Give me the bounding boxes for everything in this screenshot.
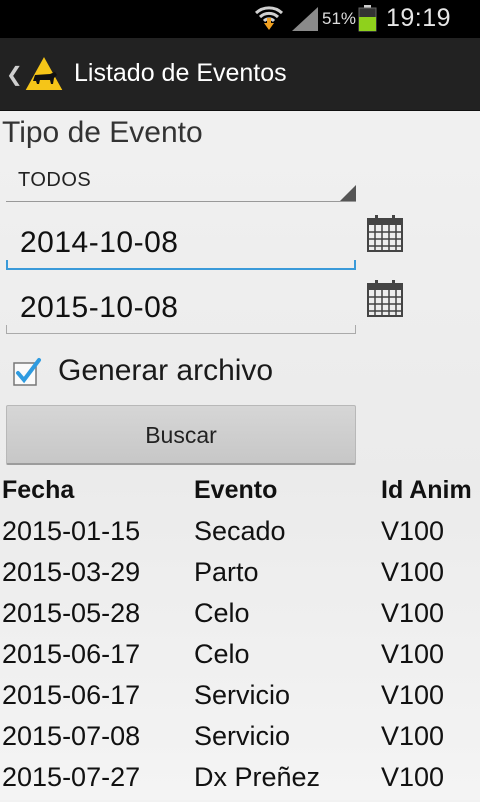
header-fecha: Fecha bbox=[2, 476, 75, 504]
table-row[interactable]: 2015-06-17 Celo V100 bbox=[0, 639, 480, 679]
cell-id-animal: V100 bbox=[381, 557, 445, 587]
cell-evento: Celo bbox=[194, 598, 250, 628]
calendar-icon[interactable] bbox=[366, 278, 406, 318]
date-to-field[interactable]: 2015-10-08 bbox=[6, 285, 356, 334]
cell-evento: Servicio bbox=[194, 721, 291, 751]
dropdown-arrow-icon bbox=[340, 185, 356, 201]
cell-fecha: 2015-06-17 bbox=[2, 639, 141, 669]
cell-id-animal: V100 bbox=[381, 516, 445, 546]
cell-evento: Servicio bbox=[194, 680, 291, 710]
cell-evento: Parto bbox=[194, 557, 259, 587]
table-row[interactable]: 2015-06-17 Servicio V100 bbox=[0, 680, 480, 720]
date-from-value: 2014-10-08 bbox=[20, 226, 179, 259]
cell-evento: Secado bbox=[194, 516, 286, 546]
header-id-animal: Id Anim bbox=[381, 476, 472, 504]
cell-fecha: 2015-03-29 bbox=[2, 557, 141, 587]
cell-fecha: 2015-05-28 bbox=[2, 598, 141, 628]
cell-id-animal: V100 bbox=[381, 680, 445, 710]
signal-icon bbox=[290, 6, 320, 37]
screen-title: Listado de Eventos bbox=[74, 59, 287, 87]
cell-fecha: 2015-01-15 bbox=[2, 516, 141, 546]
checkbox-checked-icon[interactable] bbox=[12, 357, 42, 392]
cell-id-animal: V100 bbox=[381, 639, 445, 669]
cell-fecha: 2015-07-08 bbox=[2, 721, 141, 751]
event-type-label: Tipo de Evento bbox=[2, 116, 203, 149]
table-header: Fecha Evento Id Anim bbox=[0, 476, 480, 516]
cell-evento: Dx Preñez bbox=[194, 762, 321, 792]
generate-file-checkbox[interactable]: Generar archivo bbox=[8, 351, 328, 391]
event-type-value: TODOS bbox=[18, 169, 92, 191]
cell-id-animal: V100 bbox=[381, 762, 445, 792]
header-evento: Evento bbox=[194, 476, 278, 504]
battery-percent: 51% bbox=[322, 9, 357, 28]
chevron-left-icon[interactable]: ❮ bbox=[6, 62, 23, 87]
table-row[interactable]: 2015-07-27 Dx Preñez V100 bbox=[0, 762, 480, 802]
cell-id-animal: V100 bbox=[381, 598, 445, 628]
action-bar: ❮ Listado de Eventos bbox=[0, 38, 480, 111]
status-bar: 51% 19:19 bbox=[0, 0, 480, 38]
date-to-value: 2015-10-08 bbox=[20, 291, 179, 324]
event-type-dropdown[interactable]: TODOS bbox=[6, 163, 356, 202]
table-row[interactable]: 2015-05-28 Celo V100 bbox=[0, 598, 480, 638]
cell-fecha: 2015-06-17 bbox=[2, 680, 141, 710]
table-row[interactable]: 2015-03-29 Parto V100 bbox=[0, 557, 480, 597]
cow-warning-sign-icon[interactable] bbox=[22, 52, 66, 98]
cell-evento: Celo bbox=[194, 639, 250, 669]
battery-icon bbox=[358, 5, 377, 32]
wifi-icon bbox=[254, 4, 284, 37]
table-row[interactable]: 2015-07-08 Servicio V100 bbox=[0, 721, 480, 761]
generate-file-label: Generar archivo bbox=[58, 354, 274, 387]
cell-id-animal: V100 bbox=[381, 721, 445, 751]
date-from-field[interactable]: 2014-10-08 bbox=[6, 220, 356, 270]
clock: 19:19 bbox=[386, 4, 452, 32]
cell-fecha: 2015-07-27 bbox=[2, 762, 141, 792]
calendar-icon[interactable] bbox=[366, 213, 406, 253]
search-button[interactable]: Buscar bbox=[6, 405, 356, 465]
table-row[interactable]: 2015-01-15 Secado V100 bbox=[0, 516, 480, 556]
